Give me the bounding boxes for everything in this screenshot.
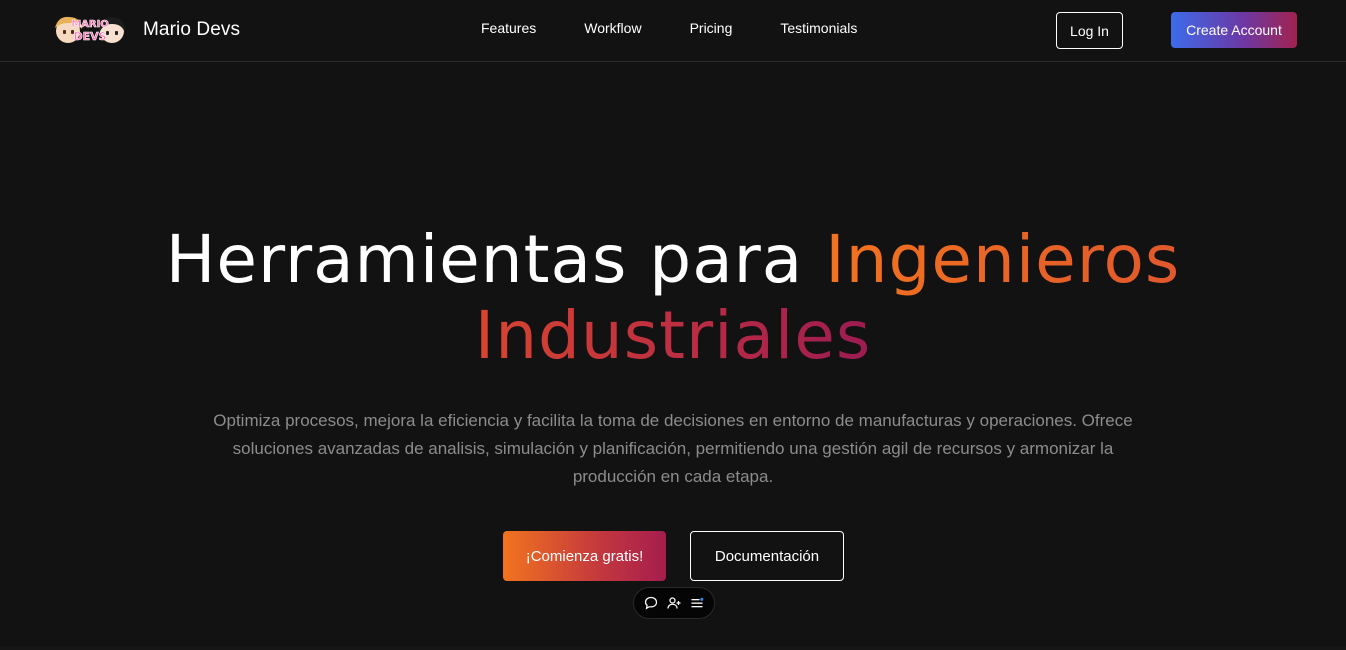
brand-name: Mario Devs [143, 19, 241, 40]
main-nav: Features Workflow Pricing Testimonials [481, 20, 857, 36]
hero-description: Optimiza procesos, mejora la eficiencia … [213, 411, 1133, 486]
documentation-button[interactable]: Documentación [690, 531, 844, 581]
logo: MARIO DEVS [50, 12, 130, 48]
nav-link-pricing[interactable]: Pricing [690, 20, 733, 36]
user-add-icon[interactable] [666, 595, 682, 611]
floating-toolbar [633, 587, 715, 619]
login-button[interactable]: Log In [1056, 12, 1123, 49]
nav-link-testimonials[interactable]: Testimonials [780, 20, 857, 36]
nav-link-workflow[interactable]: Workflow [584, 20, 641, 36]
svg-text:MARIO: MARIO [71, 19, 109, 30]
brand[interactable]: MARIO DEVS Mario Devs [50, 11, 240, 49]
list-menu-icon[interactable] [689, 595, 705, 611]
hero-title-plain: Herramientas para [165, 221, 826, 298]
top-navbar: MARIO DEVS Mario Devs Features Workflow … [0, 0, 1346, 62]
hero-title: Herramientas para Ingenieros Industriale… [0, 222, 1346, 374]
hero-title-accent-1: Ingenieros [825, 221, 1181, 298]
svg-text:DEVS: DEVS [73, 30, 106, 43]
create-account-button[interactable]: Create Account [1171, 12, 1297, 48]
chat-bubble-icon[interactable] [643, 595, 659, 611]
start-free-button[interactable]: ¡Comienza gratis! [503, 531, 666, 581]
next-section-edge [0, 646, 1346, 650]
hero-title-accent-2: Industriales [474, 297, 872, 374]
nav-link-features[interactable]: Features [481, 20, 536, 36]
